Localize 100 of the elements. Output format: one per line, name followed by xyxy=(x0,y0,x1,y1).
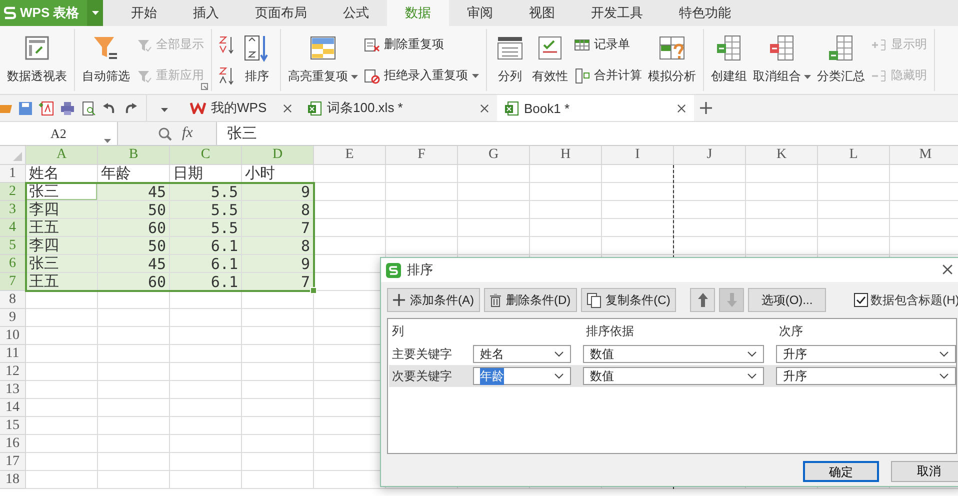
logo-icon xyxy=(386,262,401,278)
print-icon[interactable] xyxy=(60,100,75,116)
arrow-icon xyxy=(726,293,737,307)
preview-icon[interactable] xyxy=(81,100,96,116)
menu-tab[interactable]: 视图 xyxy=(511,0,573,26)
close-icon[interactable] xyxy=(942,264,953,274)
toolbar-button[interactable]: 选项(O)... xyxy=(748,288,826,312)
column-header[interactable]: G xyxy=(458,146,530,165)
column-heading: 排序依据 xyxy=(585,322,635,340)
dropdown-field[interactable]: 姓名 xyxy=(473,345,571,363)
chevron-icon xyxy=(747,351,757,357)
row-header[interactable]: 18 xyxy=(0,471,26,489)
menu-tab[interactable]: 页面布局 xyxy=(237,0,325,26)
chevron-icon xyxy=(747,373,757,379)
row-header[interactable]: 8 xyxy=(0,291,26,309)
zoom-icon[interactable] xyxy=(158,126,172,140)
toolbar-button[interactable]: 删除条件(D) xyxy=(484,288,577,312)
chevron-icon xyxy=(939,373,949,379)
ribbon-button[interactable]: 排序 xyxy=(239,29,275,91)
plus-icon xyxy=(393,294,405,306)
row-header[interactable]: 14 xyxy=(0,399,26,417)
row-header[interactable]: 9 xyxy=(0,309,26,327)
plus-icon[interactable] xyxy=(700,102,712,114)
row-header[interactable]: 1 xyxy=(0,165,26,183)
launcher-icon[interactable] xyxy=(201,83,208,90)
dropdown-field[interactable]: 升序 xyxy=(776,367,956,385)
menu-tab[interactable]: 开始 xyxy=(113,0,175,26)
column-header[interactable]: F xyxy=(386,146,458,165)
dropdown-field[interactable]: 升序 xyxy=(776,345,956,363)
dropdown-field[interactable]: 数值 xyxy=(583,367,764,385)
menu-tab[interactable]: 审阅 xyxy=(449,0,511,26)
undo-icon[interactable] xyxy=(102,100,117,116)
columns-icon xyxy=(574,68,590,84)
row-header[interactable]: 15 xyxy=(0,417,26,435)
sort-ascending-icon[interactable] xyxy=(219,34,235,54)
caret-icon xyxy=(804,74,811,78)
ribbon-button[interactable]: 取消组合 xyxy=(751,29,813,91)
row-header[interactable]: 17 xyxy=(0,453,26,471)
ribbon-button[interactable]: 数据透视表 xyxy=(5,29,69,91)
toolbar-button[interactable]: 复制条件(C) xyxy=(580,288,676,312)
document-tab[interactable]: Book1 * xyxy=(497,95,694,121)
menu-tab[interactable]: 数据 xyxy=(387,0,449,26)
row-header[interactable]: 11 xyxy=(0,345,26,363)
column-header[interactable]: J xyxy=(674,146,746,165)
dropdown-field[interactable]: 年龄 xyxy=(473,367,571,385)
dialog-button[interactable]: 确定 xyxy=(803,461,879,482)
column-header[interactable]: K xyxy=(746,146,818,165)
redo-icon[interactable] xyxy=(123,100,138,116)
row-label[interactable]: 次要关键字 xyxy=(389,365,473,387)
close-tab-icon[interactable] xyxy=(677,104,686,112)
row-header[interactable]: 12 xyxy=(0,363,26,381)
column-header[interactable]: H xyxy=(530,146,602,165)
ribbon-button[interactable]: 合并计算 xyxy=(572,65,644,86)
table-cell: 45 xyxy=(98,255,170,273)
document-tab[interactable]: 词条100.xls * xyxy=(300,95,497,121)
document-tab[interactable]: 我的WPS xyxy=(182,95,300,121)
ribbon-button[interactable]: 创建组 xyxy=(709,29,749,91)
dialog-button[interactable]: 取消 xyxy=(891,461,958,482)
column-header[interactable]: L xyxy=(818,146,890,165)
close-tab-icon[interactable] xyxy=(283,104,292,112)
save-icon[interactable] xyxy=(18,100,33,116)
pdf-icon[interactable] xyxy=(39,100,54,116)
ribbon-button[interactable]: 拒绝录入重复项 xyxy=(362,65,481,86)
row-header[interactable]: 16 xyxy=(0,435,26,453)
ribbon-button[interactable]: 有效性 xyxy=(530,29,570,91)
ribbon-button[interactable]: 模拟分析 xyxy=(646,29,698,91)
dropdown-field[interactable]: 数值 xyxy=(583,345,764,363)
ribbon-button[interactable]: 高亮重复项 xyxy=(286,29,360,91)
table-cell: 王五 xyxy=(26,273,98,291)
row-header[interactable]: 13 xyxy=(0,381,26,399)
menu-tab[interactable]: 开发工具 xyxy=(573,0,661,26)
table-cell: 50 xyxy=(98,237,170,255)
chevron-icon xyxy=(554,373,564,379)
ribbon-button[interactable]: 自动筛选 xyxy=(80,29,132,91)
move-up-button[interactable] xyxy=(690,288,716,312)
function-button[interactable]: fx xyxy=(182,125,193,142)
row-label[interactable]: 主要关键字 xyxy=(389,343,473,365)
ribbon-button[interactable]: 记录单 xyxy=(572,34,644,55)
table-cell: 8 xyxy=(242,201,314,219)
table-cell: 60 xyxy=(98,219,170,237)
ribbon-button[interactable]: 分类汇总 xyxy=(815,29,867,91)
spreadsheet-icon xyxy=(308,100,322,116)
toolbar-button[interactable]: 添加条件(A) xyxy=(387,288,480,312)
table-cell: 8 xyxy=(242,237,314,255)
table-cell: 9 xyxy=(242,255,314,273)
column-header[interactable]: M xyxy=(890,146,958,165)
column-header[interactable]: E xyxy=(314,146,386,165)
ribbon-button[interactable]: 删除重复项 xyxy=(362,34,481,55)
close-tab-icon[interactable] xyxy=(480,104,489,112)
menu-tab[interactable]: 特色功能 xyxy=(661,0,749,26)
arrow-icon xyxy=(698,293,708,307)
copy-icon xyxy=(586,292,601,308)
triangle-icon xyxy=(13,152,22,161)
table-cell: 7 xyxy=(242,273,314,291)
column-header[interactable]: I xyxy=(602,146,674,165)
menu-tab[interactable]: 公式 xyxy=(325,0,387,26)
sort-descending-icon[interactable] xyxy=(219,66,235,86)
menu-tab[interactable]: 插入 xyxy=(175,0,237,26)
ribbon-button[interactable]: 分列 xyxy=(492,29,528,91)
row-header[interactable]: 10 xyxy=(0,327,26,345)
